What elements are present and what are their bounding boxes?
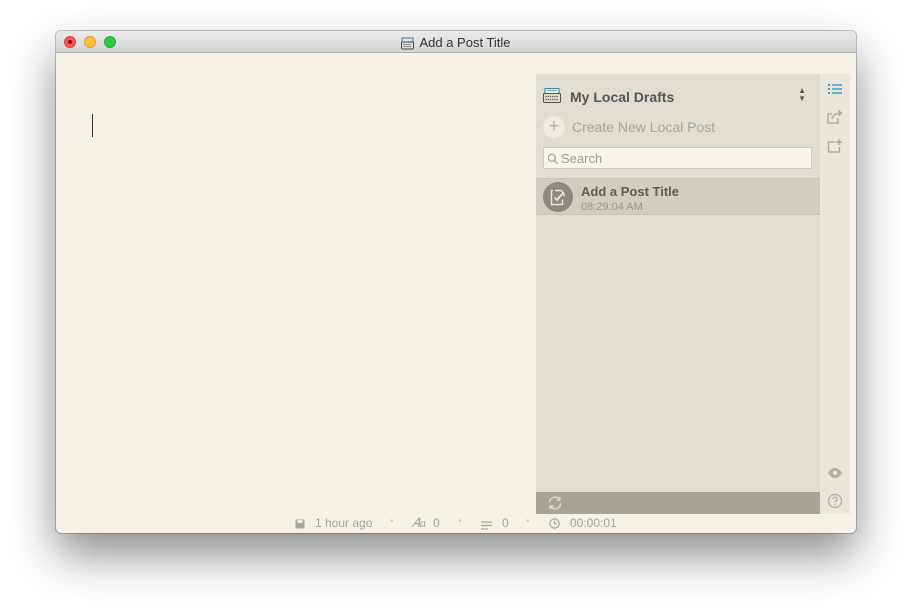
font-icon: 𝐴a [411,515,427,530]
drafts-selector[interactable]: My Local Drafts ▲ ▼ [536,74,820,114]
search-input[interactable] [561,149,801,167]
share-icon[interactable] [827,109,843,125]
tool-rail [820,74,850,514]
separator-dot: • [526,516,530,527]
draft-list-item[interactable]: Add a Post Title 08:29:04 AM [536,178,820,215]
last-saved-text: 1 hour ago [315,516,373,530]
text-caret [92,114,93,137]
create-new-post-label: Create New Local Post [572,119,716,135]
draft-title: Add a Post Title [581,184,679,199]
chevron-up-down-icon: ▲ ▼ [798,86,806,103]
typewriter-icon [401,37,415,53]
plus-circle-icon: + [543,116,565,138]
drafts-selector-label: My Local Drafts [570,89,675,105]
disk-icon [295,518,305,532]
paragraph-count: 0 [502,516,509,530]
eye-icon[interactable] [827,465,843,481]
window-title: Add a Post Title [419,35,511,50]
separator-dot: • [458,516,462,527]
lines-icon [481,519,492,533]
search-field[interactable] [543,147,812,169]
post-editor[interactable] [56,53,536,518]
document-check-icon [543,182,573,212]
app-window: Add a Post Title My Local Drafts ▲ ▼ + Cr… [56,31,856,533]
elapsed-time: 00:00:01 [570,516,617,530]
separator-dot: • [390,516,394,527]
sidebar-footer [536,492,820,514]
drafts-sidebar: My Local Drafts ▲ ▼ + Create New Local Po… [536,74,820,514]
title-bar[interactable]: Add a Post Title [56,31,856,53]
list-icon[interactable] [827,81,843,97]
character-count: 0 [433,516,440,530]
typewriter-icon [543,88,561,108]
window-title-area: Add a Post Title [56,35,856,53]
draft-timestamp: 08:29:04 AM [581,201,643,213]
clock-icon [549,518,560,532]
sync-icon[interactable] [547,495,563,516]
help-icon[interactable] [827,493,843,509]
create-new-post-button[interactable]: + Create New Local Post [543,116,783,138]
status-bar: 1 hour ago • 𝐴a 0 • 0 • 00:00:01 [56,514,856,533]
export-icon[interactable] [827,138,843,154]
search-icon [547,152,559,170]
